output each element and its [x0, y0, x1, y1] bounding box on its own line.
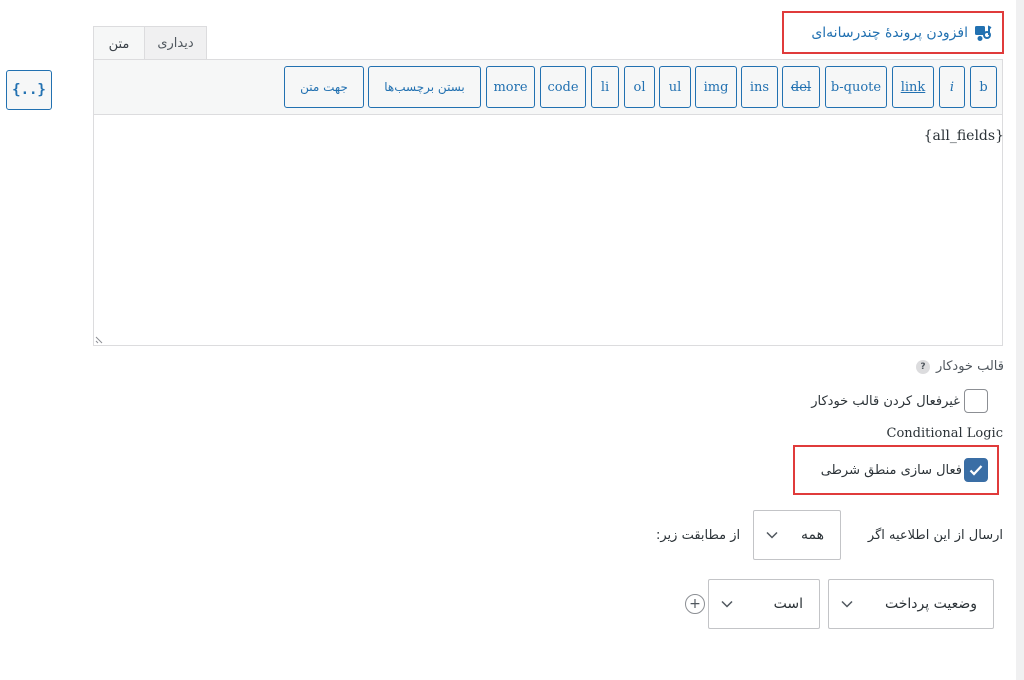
close-tags-label: بستن برچسب‌ها — [384, 80, 465, 94]
del-label: del — [790, 79, 812, 95]
autoformat-disable-label: غیرفعال کردن قالب خودکار — [811, 393, 960, 409]
match-suffix-label: از مطابقت زیر: — [656, 528, 741, 543]
toolbar-italic-button[interactable]: i — [939, 66, 965, 108]
toolbar-bquote-button[interactable]: b-quote — [825, 66, 887, 108]
match-type-select[interactable]: همه — [753, 510, 841, 560]
chevron-down-icon — [841, 600, 853, 608]
chevron-down-icon — [721, 600, 733, 608]
add-media-button[interactable]: افزودن پروندهٔ چندرسانه‌ای — [782, 11, 1004, 54]
toolbar-more-button[interactable]: more — [486, 66, 535, 108]
media-icon — [975, 24, 992, 41]
li-label: li — [600, 79, 610, 95]
conditional-enable-checkbox[interactable] — [964, 458, 988, 482]
rule-operator-select[interactable]: است — [708, 579, 820, 629]
toolbar-del-button[interactable]: del — [782, 66, 820, 108]
ul-label: ul — [668, 79, 682, 95]
match-type-value: همه — [801, 527, 824, 543]
img-label: img — [703, 79, 729, 95]
tab-text-label: متن — [108, 36, 130, 52]
text-direction-label: جهت متن — [300, 80, 348, 94]
toolbar-ul-button[interactable]: ul — [659, 66, 691, 108]
toolbar-close-tags-button[interactable]: بستن برچسب‌ها — [368, 66, 481, 108]
autoformat-heading: قالب خودکار ? — [915, 359, 1004, 374]
toolbar-link-button[interactable]: link — [892, 66, 934, 108]
toolbar-bold-button[interactable]: b — [970, 66, 997, 108]
add-rule-button[interactable]: + — [685, 594, 705, 614]
toolbar-text-direction-button[interactable]: جهت متن — [284, 66, 364, 108]
italic-label: i — [949, 79, 955, 95]
bold-label: b — [979, 79, 988, 95]
conditional-logic-heading: Conditional Logic — [886, 426, 1003, 441]
chevron-down-icon — [766, 531, 778, 539]
rule-field-value: وضعیت پرداخت — [885, 596, 977, 612]
merge-tags-icon: {..} — [12, 82, 46, 98]
message-editor[interactable] — [93, 114, 1003, 346]
checkmark-icon — [969, 465, 983, 476]
toolbar-code-button[interactable]: code — [540, 66, 586, 108]
rule-operator-value: است — [773, 596, 803, 612]
add-media-label: افزودن پروندهٔ چندرسانه‌ای — [811, 24, 968, 41]
more-label: more — [493, 79, 528, 95]
send-if-label: ارسال از این اطلاعیه اگر — [867, 528, 1003, 543]
toolbar-li-button[interactable]: li — [591, 66, 619, 108]
conditional-enable-label: فعال سازی منطق شرطی — [820, 462, 962, 478]
autoformat-disable-checkbox[interactable] — [964, 389, 988, 413]
autoformat-label: قالب خودکار — [935, 359, 1004, 374]
editor-content: {all_fields} — [923, 128, 1004, 144]
merge-tags-button[interactable]: {..} — [6, 70, 52, 110]
toolbar-img-button[interactable]: img — [695, 66, 737, 108]
toolbar-ol-button[interactable]: ol — [624, 66, 655, 108]
ol-label: ol — [633, 79, 646, 95]
ins-label: ins — [749, 79, 770, 95]
tab-visual-label: دیداری — [157, 36, 194, 51]
resize-handle-icon[interactable] — [95, 334, 105, 344]
tab-visual[interactable]: دیداری — [144, 26, 207, 60]
plus-icon: + — [689, 596, 701, 612]
bquote-label: b-quote — [830, 79, 882, 95]
code-label: code — [547, 79, 579, 95]
tab-text[interactable]: متن — [93, 26, 145, 61]
toolbar-ins-button[interactable]: ins — [741, 66, 778, 108]
autoformat-disable-row: غیرفعال کردن قالب خودکار — [811, 389, 988, 413]
conditional-enable-row: فعال سازی منطق شرطی — [821, 458, 988, 482]
page-edge — [1016, 0, 1024, 680]
link-label: link — [900, 79, 926, 95]
help-icon[interactable]: ? — [915, 359, 930, 374]
rule-field-select[interactable]: وضعیت پرداخت — [828, 579, 994, 629]
